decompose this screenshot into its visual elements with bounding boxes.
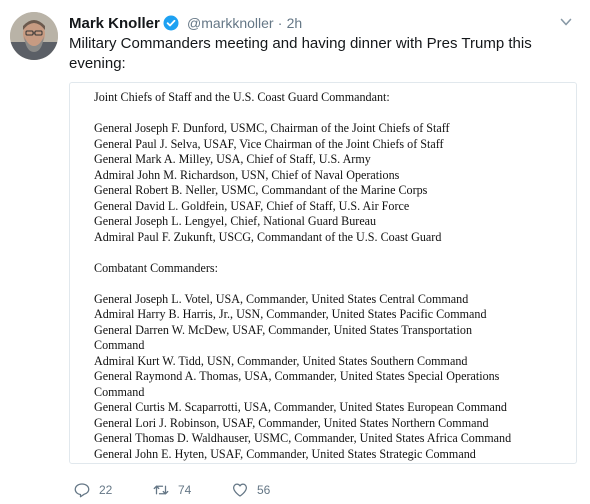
reply-icon	[74, 483, 90, 498]
doc-line: General Joseph L. Lengyel, Chief, Nation…	[94, 214, 377, 228]
doc-line: Command	[94, 384, 145, 399]
tweet-card: Mark Knoller @markknoller · 2h Military …	[0, 0, 590, 504]
author-handle[interactable]: @markknoller	[187, 15, 274, 31]
doc-line: General Robert B. Neller, USMC, Commanda…	[94, 183, 428, 197]
tweet-attached-image[interactable]: Joint Chiefs of Staff and the U.S. Coast…	[69, 82, 577, 464]
chevron-down-icon[interactable]	[560, 16, 572, 28]
doc-line: General Paul J. Selva, USAF, Vice Chairm…	[94, 136, 444, 151]
heart-icon	[232, 483, 248, 497]
doc-line: Command	[94, 338, 145, 352]
doc-line: General Lori J. Robinson, USAF, Commande…	[94, 415, 489, 430]
retweet-icon	[153, 485, 169, 495]
doc-heading-combatant-commanders: Combatant Commanders:	[94, 260, 218, 275]
reply-button[interactable]: 22	[73, 480, 112, 500]
author-name[interactable]: Mark Knoller	[69, 15, 160, 32]
doc-line: Admiral Harry B. Harris, Jr., USN, Comma…	[94, 307, 487, 321]
like-count: 56	[257, 483, 271, 497]
doc-line: General Darren W. McDew, USAF, Commander…	[94, 322, 472, 337]
doc-line: General Thomas D. Waldhauser, USMC, Comm…	[94, 431, 512, 445]
retweet-button[interactable]: 74	[152, 480, 191, 500]
tweet-timestamp[interactable]: 2h	[287, 15, 303, 31]
image-document-text: Joint Chiefs of Staff and the U.S. Coast…	[94, 90, 511, 462]
tweet-header: Mark Knoller @markknoller · 2h	[69, 13, 302, 34]
doc-line: General Curtis M. Scaparrotti, USA, Comm…	[94, 400, 507, 414]
separator-dot: ·	[277, 15, 283, 31]
doc-line: General Joseph F. Dunford, USMC, Chairma…	[94, 121, 450, 135]
retweet-count: 74	[178, 483, 192, 497]
doc-line: Admiral John M. Richardson, USN, Chief o…	[94, 167, 400, 182]
doc-line: General Mark A. Milley, USA, Chief of St…	[94, 152, 371, 166]
reply-count: 22	[99, 483, 113, 497]
avatar-image	[10, 12, 58, 60]
doc-line: Admiral Kurt W. Tidd, USN, Commander, Un…	[94, 353, 468, 368]
verified-badge-icon	[163, 15, 179, 31]
doc-line: General Raymond A. Thomas, USA, Commande…	[94, 369, 500, 383]
doc-line: General John E. Hyten, USAF, Commander, …	[94, 446, 476, 461]
doc-heading-joint-chiefs: Joint Chiefs of Staff and the U.S. Coast…	[94, 90, 390, 104]
doc-line: Admiral Paul F. Zukunft, USCG, Commandan…	[94, 229, 442, 244]
tweet-text: Military Commanders meeting and having d…	[69, 35, 532, 72]
avatar[interactable]	[10, 12, 58, 60]
doc-line: General Joseph L. Votel, USA, Commander,…	[94, 291, 469, 306]
doc-line: General David L. Goldfein, USAF, Chief o…	[94, 198, 410, 213]
like-button[interactable]: 56	[231, 480, 270, 500]
